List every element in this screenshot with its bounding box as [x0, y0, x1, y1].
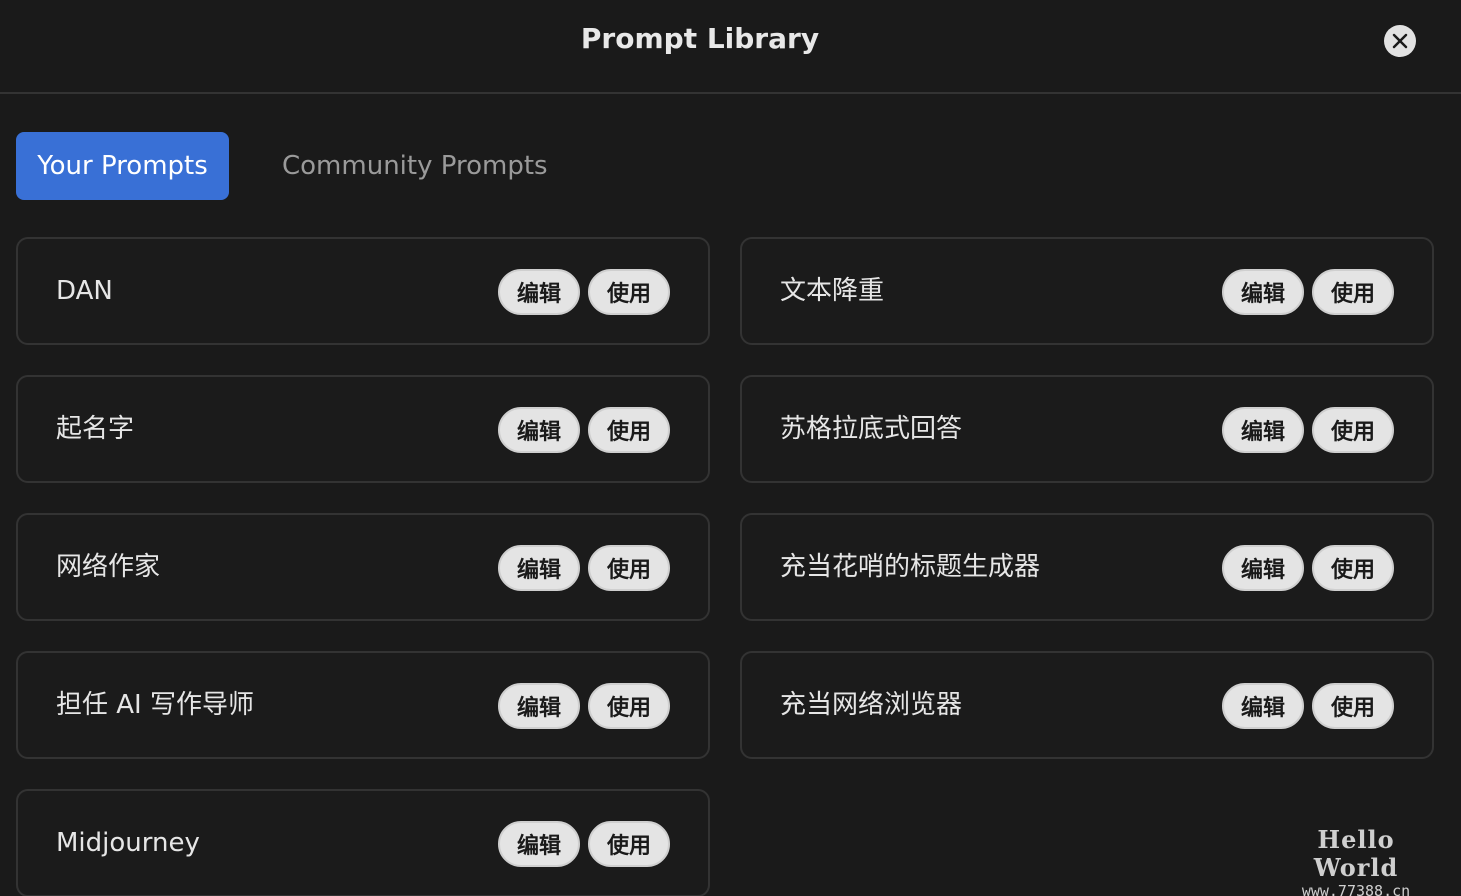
edit-button[interactable]: 编辑 — [1222, 545, 1304, 591]
prompt-library-modal: Prompt Library Your Prompts Community Pr… — [0, 0, 1461, 896]
use-button[interactable]: 使用 — [1312, 269, 1394, 315]
prompt-actions: 编辑 使用 — [1222, 683, 1394, 729]
edit-button[interactable]: 编辑 — [498, 821, 580, 867]
prompt-title: 担任 AI 写作导师 — [56, 690, 254, 720]
prompt-actions: 编辑 使用 — [498, 821, 670, 867]
edit-button[interactable]: 编辑 — [1222, 407, 1304, 453]
prompt-card: 苏格拉底式回答 编辑 使用 — [740, 375, 1434, 483]
close-button[interactable] — [1384, 25, 1416, 57]
prompt-card: 担任 AI 写作导师 编辑 使用 — [16, 651, 710, 759]
prompt-actions: 编辑 使用 — [498, 269, 670, 315]
modal-header: Prompt Library — [0, 0, 1461, 94]
prompt-actions: 编辑 使用 — [1222, 269, 1394, 315]
use-button[interactable]: 使用 — [1312, 683, 1394, 729]
modal-title: Prompt Library — [580, 22, 820, 55]
edit-button[interactable]: 编辑 — [1222, 683, 1304, 729]
tab-your-prompts[interactable]: Your Prompts — [16, 132, 229, 200]
use-button[interactable]: 使用 — [1312, 407, 1394, 453]
edit-button[interactable]: 编辑 — [498, 269, 580, 315]
prompt-actions: 编辑 使用 — [498, 407, 670, 453]
prompt-title: Midjourney — [56, 828, 200, 858]
use-button[interactable]: 使用 — [588, 821, 670, 867]
prompt-title: DAN — [56, 276, 113, 306]
use-button[interactable]: 使用 — [588, 407, 670, 453]
prompt-title: 充当网络浏览器 — [780, 690, 963, 720]
edit-button[interactable]: 编辑 — [1222, 269, 1304, 315]
watermark-url: www.77388.cn — [1301, 882, 1411, 896]
prompt-card: DAN 编辑 使用 — [16, 237, 710, 345]
edit-button[interactable]: 编辑 — [498, 683, 580, 729]
prompt-card: 文本降重 编辑 使用 — [740, 237, 1434, 345]
prompt-title: 网络作家 — [56, 552, 161, 582]
prompt-card: 网络作家 编辑 使用 — [16, 513, 710, 621]
close-icon — [1392, 33, 1408, 49]
use-button[interactable]: 使用 — [588, 683, 670, 729]
prompt-actions: 编辑 使用 — [1222, 545, 1394, 591]
prompt-title: 充当花哨的标题生成器 — [780, 552, 1041, 582]
use-button[interactable]: 使用 — [1312, 545, 1394, 591]
prompt-title: 起名字 — [56, 414, 135, 444]
prompt-actions: 编辑 使用 — [498, 683, 670, 729]
prompt-card: 起名字 编辑 使用 — [16, 375, 710, 483]
prompt-title: 文本降重 — [780, 276, 885, 306]
prompt-actions: 编辑 使用 — [1222, 407, 1394, 453]
edit-button[interactable]: 编辑 — [498, 407, 580, 453]
prompt-card: Midjourney 编辑 使用 — [16, 789, 710, 896]
prompt-title: 苏格拉底式回答 — [780, 414, 963, 444]
prompt-card: 充当花哨的标题生成器 编辑 使用 — [740, 513, 1434, 621]
prompt-actions: 编辑 使用 — [498, 545, 670, 591]
prompt-card: 充当网络浏览器 编辑 使用 — [740, 651, 1434, 759]
use-button[interactable]: 使用 — [588, 269, 670, 315]
edit-button[interactable]: 编辑 — [498, 545, 580, 591]
watermark-title: Hello World — [1313, 825, 1399, 882]
use-button[interactable]: 使用 — [588, 545, 670, 591]
watermark: Hello World www.77388.cn — [1276, 826, 1436, 896]
tab-community-prompts[interactable]: Community Prompts — [282, 132, 548, 200]
